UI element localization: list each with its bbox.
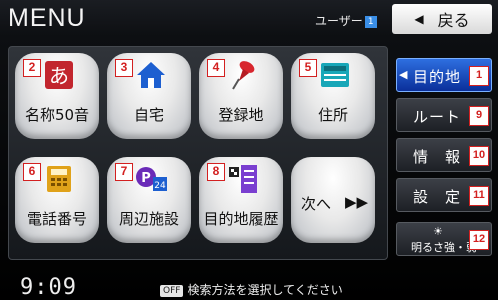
telephone-icon: [47, 166, 71, 192]
history-checklist-icon: [229, 165, 257, 193]
tile-label: 名称50音: [24, 106, 90, 124]
side-label: 情 報: [413, 148, 462, 166]
parking-24-icon: P 24: [136, 167, 167, 191]
home-button[interactable]: 3 自宅: [107, 53, 191, 139]
next-page-button[interactable]: 次へ ▶▶: [291, 157, 375, 243]
svg-text:24: 24: [154, 181, 166, 191]
tile-label: 登録地: [218, 106, 264, 124]
tile-label: 住所: [317, 106, 348, 124]
tile-label: 電話番号: [26, 210, 87, 228]
back-button[interactable]: ◀ 戻る: [392, 4, 492, 34]
address-card-icon: [321, 63, 349, 87]
callout-number: 2: [23, 59, 41, 77]
svg-text:P: P: [141, 171, 151, 186]
back-label: 戻る: [437, 11, 470, 30]
status-text: 検索方法を選択してください: [187, 283, 343, 297]
callout-number: 8: [207, 163, 225, 181]
route-tab[interactable]: ルート 9: [396, 98, 492, 132]
user-label: ユーザー: [315, 14, 363, 28]
side-label: ルート: [413, 108, 462, 126]
side-label: 明るさ強・弱: [411, 241, 477, 254]
brightness-button[interactable]: ☀ 明るさ強・弱 12: [396, 222, 492, 256]
callout-number: 10: [469, 146, 489, 166]
registered-places-button[interactable]: 4 登録地: [199, 53, 283, 139]
tile-label: 次へ: [301, 195, 332, 213]
tile-label: 周辺施設: [118, 210, 179, 228]
side-label: 設 定: [413, 188, 462, 206]
callout-number: 1: [469, 66, 489, 86]
callout-number: 12: [469, 230, 489, 250]
destination-tab[interactable]: ◀ 目的地 1: [396, 58, 492, 92]
back-arrow-icon: ◀: [414, 12, 424, 26]
tile-label: 自宅: [133, 106, 164, 124]
callout-number: 7: [115, 163, 133, 181]
page-title: MENU: [8, 4, 86, 32]
callout-number: 11: [469, 186, 489, 206]
callout-number: 9: [469, 106, 489, 126]
settings-tab[interactable]: 設 定 11: [396, 178, 492, 212]
double-arrow-right-icon: ▶▶: [345, 193, 369, 211]
chevron-left-icon: ◀: [399, 68, 408, 81]
tile-label: 目的地履歴: [203, 210, 279, 228]
search-method-panel: 2 あ 名称50音 3 自宅 4 登録地 5 住所 6 電話番号 7 P 24 …: [8, 46, 388, 260]
home-icon: [137, 62, 165, 88]
user-indicator[interactable]: ユーザー 1: [315, 12, 377, 29]
navigation-menu-screen: MENU ユーザー 1 ◀ 戻る 2 あ 名称50音 3 自宅 4 登録地 5 …: [0, 0, 498, 300]
destination-history-button[interactable]: 8 目的地履歴: [199, 157, 283, 243]
nearby-facilities-button[interactable]: 7 P 24 周辺施設: [107, 157, 191, 243]
user-number-badge: 1: [364, 15, 377, 28]
callout-number: 6: [23, 163, 41, 181]
info-tab[interactable]: 情 報 10: [396, 138, 492, 172]
address-button[interactable]: 5 住所: [291, 53, 375, 139]
callout-number: 3: [115, 59, 133, 77]
svg-text:あ: あ: [49, 64, 69, 88]
status-bar: OFF 検索方法を選択してください: [160, 281, 343, 298]
callout-number: 4: [207, 59, 225, 77]
phone-number-button[interactable]: 6 電話番号: [15, 157, 99, 243]
name-50-sound-button[interactable]: 2 あ 名称50音: [15, 53, 99, 139]
callout-number: 5: [299, 59, 317, 77]
off-tag: OFF: [160, 284, 184, 297]
side-label: 目的地: [413, 68, 462, 86]
clock: 9:09: [20, 275, 77, 300]
hiragana-a-icon: あ: [45, 61, 73, 89]
sun-icon: ☀: [433, 225, 443, 238]
pushpin-icon: [232, 61, 255, 90]
